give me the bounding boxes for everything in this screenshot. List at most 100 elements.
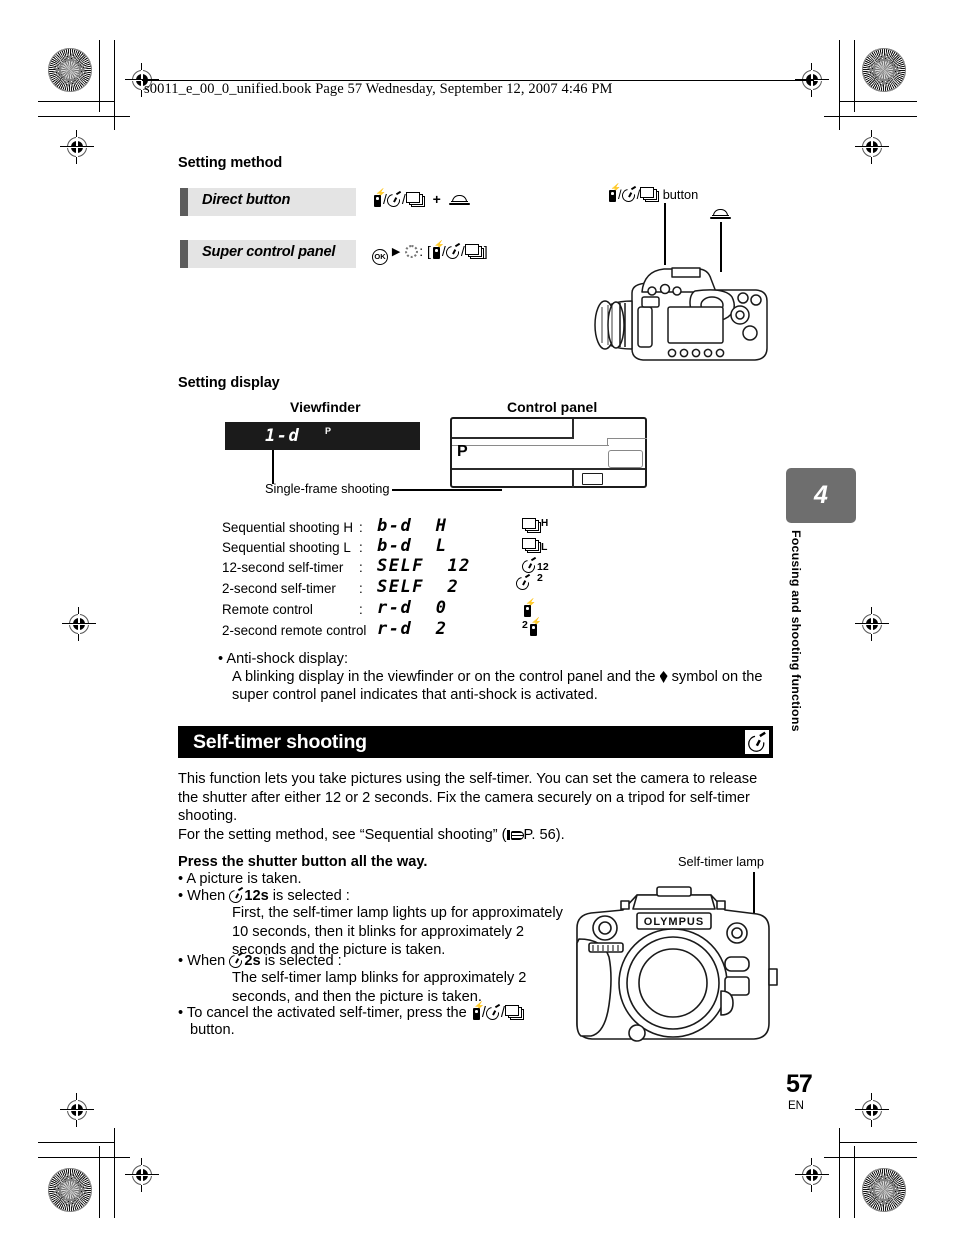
viewfinder-caption: Viewfinder: [290, 399, 361, 415]
mode-list-row: Remote control : r-d 0 ⚡: [222, 598, 582, 619]
mode-code: b-d H: [377, 516, 448, 536]
setting-method-heading: Setting method: [178, 155, 283, 171]
registration-mark-bottom-right: [855, 1093, 889, 1127]
step-text-b: is selected :: [272, 888, 350, 904]
single-frame-leader-horizontal: [392, 489, 502, 491]
panel-mode-p: P: [457, 443, 468, 460]
crop-mark: [38, 101, 114, 103]
step-text-b: is selected :: [264, 953, 342, 969]
anti-shock-title: Anti-shock display:: [226, 651, 349, 667]
remote-control-icon: ⚡: [522, 599, 536, 617]
super-control-panel-value: OK ▶ : [⚡ / /]: [372, 241, 488, 265]
mode-colon: :: [359, 520, 363, 535]
anti-shock-text-b: symbol on the: [671, 669, 763, 685]
registration-mark-mid-right: [855, 607, 889, 641]
mode-name: 12-second self-timer: [222, 560, 344, 575]
anti-shock-text-a: A blinking display in the viewfinder or …: [232, 669, 656, 685]
viewfinder-display: 1-d P: [225, 422, 420, 450]
panel-line: [452, 468, 645, 470]
anti-shock-body-line1: A blinking display in the viewfinder or …: [232, 668, 792, 687]
viewfinder-drive-code: 1-d: [265, 426, 301, 446]
anti-shock-diamond-icon: [659, 671, 668, 683]
self-timer-2-icon: 2: [513, 572, 543, 593]
self-timer-lamp-callout: Self-timer lamp: [678, 854, 765, 869]
self-timer-icon: [226, 886, 245, 906]
step-text-a: When: [187, 888, 226, 904]
section-self-timer-icon: [744, 730, 769, 755]
mode-code: r-d 0: [377, 598, 448, 618]
main-dial-callout-icon: [710, 205, 731, 223]
starburst-mark-bottom-left: [48, 1168, 92, 1212]
reference-hand-icon: [506, 829, 524, 841]
section-paragraph-1: This function lets you take pictures usi…: [178, 771, 758, 824]
flash-icon: ⚡: [372, 189, 386, 207]
crop-mark: [824, 1157, 917, 1159]
step-item: • A picture is taken.: [178, 870, 302, 889]
bullet: •: [178, 871, 184, 887]
row-accent-bar: [180, 240, 188, 268]
sequential-icon: [640, 187, 660, 202]
chapter-tab-title: Focusing and shooting functions: [789, 530, 803, 732]
step-detail: The self-timer lamp blinks for approxima…: [232, 970, 527, 1005]
flash-icon: ⚡: [607, 184, 621, 202]
starburst-mark-bottom-right: [862, 1168, 906, 1212]
mode-name: 2-second self-timer: [222, 581, 336, 596]
step-item: • When 12s is selected :: [178, 886, 350, 906]
mode-code: r-d 2: [377, 619, 448, 639]
direct-button-value: ⚡ / / +: [372, 189, 470, 210]
steps-heading: Press the shutter button all the way.: [178, 854, 428, 870]
starburst-mark-top-left: [48, 48, 92, 92]
mode-name: Remote control: [222, 602, 313, 617]
registration-mark-bottom-left-2: [125, 1158, 159, 1192]
crop-mark: [38, 116, 130, 118]
single-frame-shooting-label: Single-frame shooting: [265, 481, 390, 496]
mode-list-row: 2-second self-timer : SELF 2 2: [222, 572, 582, 598]
crop-mark: [839, 101, 917, 103]
registration-mark-top-right-2: [855, 130, 889, 164]
registration-mark-bottom-right-2: [795, 1158, 829, 1192]
bullet: •: [218, 651, 224, 667]
sequential-h-icon: H: [522, 518, 548, 533]
mode-list-row: Sequential shooting L : b-d L L: [222, 536, 582, 557]
panel-line: [607, 438, 647, 440]
sequential-icon: [405, 192, 425, 207]
mode-code: b-d L: [377, 536, 448, 556]
self-timer-icon: [483, 1003, 502, 1023]
setting-method-row-direct-button: Direct button ⚡ / / +: [180, 188, 680, 216]
self-timer-icon: [443, 242, 462, 262]
bullet: •: [178, 953, 184, 969]
self-timer-icon: [384, 190, 403, 210]
crop-mark: [114, 1128, 116, 1218]
top-camera-illustration: [594, 267, 768, 361]
arrow-pad-icon: [404, 244, 419, 259]
mode-list-row: 2-second remote control : r-d 2 2 ⚡: [222, 618, 582, 640]
panel-line: [572, 468, 574, 488]
page-number: 57: [786, 1070, 813, 1098]
book-file-line: s0011_e_00_0_unified.book Page 57 Wednes…: [144, 81, 613, 97]
arrow-right-icon: ▶: [391, 246, 401, 258]
section-paragraph-2: For the setting method, see “Sequential …: [178, 826, 778, 845]
mode-name: Sequential shooting L: [222, 540, 351, 555]
panel-line: [452, 437, 574, 439]
self-timer-icon: [619, 185, 638, 205]
control-panel-caption: Control panel: [507, 399, 598, 415]
panel-line: [572, 419, 574, 438]
single-frame-leader-vertical: [272, 450, 275, 484]
mode-list-row: Sequential shooting H : b-d H H: [222, 516, 582, 537]
mode-name: 2-second remote control: [222, 623, 367, 638]
super-control-panel-label: Super control panel: [202, 244, 336, 260]
main-dial-icon: [448, 195, 470, 207]
sequential-icon: [504, 1005, 524, 1020]
paragraph-2-text-b: P. 56).: [523, 827, 565, 843]
mode-colon: :: [359, 540, 363, 555]
step-item: • To cancel the activated self-timer, pr…: [178, 1002, 538, 1023]
ok-button-icon: OK: [372, 249, 388, 265]
registration-mark-mid-left: [62, 607, 96, 641]
viewfinder-mode-p: P: [325, 426, 332, 436]
mode-code: SELF 12: [377, 556, 471, 576]
step-bold: 2s: [244, 953, 261, 969]
flash-icon: ⚡: [471, 1002, 485, 1020]
chapter-tab-number: 4: [786, 468, 856, 523]
bullet: •: [178, 1005, 184, 1021]
direct-button-label: Direct button: [202, 192, 291, 208]
